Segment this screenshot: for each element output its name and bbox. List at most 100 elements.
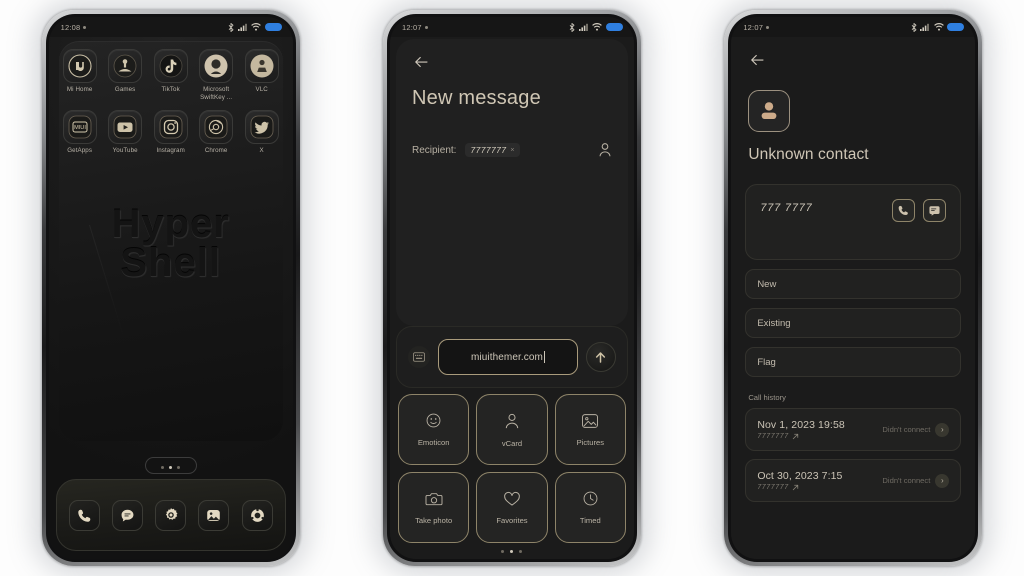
status-time: 12:08 [60, 22, 81, 32]
call-history-row[interactable]: Oct 30, 2023 7:15 7777777 Didn't connect… [745, 459, 962, 502]
attachment-grid: Emoticon vCard Pictures Take photo Favor… [390, 390, 634, 543]
app-label: Instagram [156, 146, 185, 154]
app-tiktok[interactable]: TikTok [149, 49, 193, 102]
signal-icon [237, 23, 247, 31]
dock-item-messages[interactable] [111, 499, 143, 531]
page-dot-active[interactable] [510, 549, 514, 553]
bluetooth-icon [228, 22, 234, 32]
vlc-icon [250, 54, 274, 78]
text-caret [543, 351, 545, 363]
phone-number: 777 7777 [760, 202, 813, 214]
status-bar-3: 12:07 [731, 17, 975, 37]
call-history-title: Call history [748, 393, 786, 402]
status-right-2 [569, 22, 623, 32]
app-grid: Mi Home Games TikTok Microsoft SwiftKey … [49, 37, 293, 163]
app-youtube[interactable]: YouTube [103, 109, 147, 155]
mi-home-tile [62, 49, 97, 83]
send-button[interactable] [585, 342, 616, 372]
chrome-icon [204, 115, 228, 139]
dock-item-phone[interactable] [68, 499, 100, 531]
app-x-twitter[interactable]: X [240, 109, 284, 155]
call-button[interactable] [892, 199, 916, 222]
home-canvas: Hyper Shell Mi Home Games TikTok Microso… [48, 37, 293, 559]
message-input[interactable]: miuithemer.com [437, 339, 578, 375]
outgoing-call-icon [792, 484, 798, 491]
call-history-row[interactable]: Nov 1, 2023 19:58 7777777 Didn't connect… [745, 408, 962, 451]
camera-icon [250, 508, 264, 522]
attachment-label: Emoticon [417, 438, 450, 447]
chevron-right-icon[interactable]: › [935, 422, 950, 437]
app-getapps[interactable]: MIUI GetApps [58, 109, 102, 155]
battery-icon [605, 22, 623, 32]
heart-icon [504, 491, 520, 506]
attachment-take-photo[interactable]: Take photo [397, 472, 470, 543]
smiley-icon [426, 413, 441, 428]
attachment-pictures[interactable]: Pictures [554, 394, 626, 465]
app-games[interactable]: Games [103, 49, 147, 102]
instagram-tile [153, 109, 188, 144]
app-chrome[interactable]: Chrome [194, 109, 238, 155]
camera-icon [425, 492, 443, 505]
option-label: New [757, 278, 777, 290]
app-instagram[interactable]: Instagram [149, 109, 193, 155]
person-icon[interactable] [598, 142, 612, 158]
gallery-icon [207, 509, 221, 521]
status-left-2: 12:07 [402, 23, 428, 32]
dock-item-camera[interactable] [241, 499, 273, 531]
recipient-value: 7777777 [470, 145, 507, 155]
option-existing[interactable]: Existing [745, 308, 962, 338]
attachment-timed[interactable]: Timed [554, 472, 626, 543]
phone-number-card: 777 7777 [745, 184, 962, 260]
app-label: VLC [255, 86, 268, 93]
back-arrow-icon[interactable] [412, 53, 430, 71]
contact-screen: 12:07 Unknown contact 777 7777 New Exist… [731, 17, 976, 559]
new-message-screen: 12:07 New message Recipient: 7777777 × m… [389, 17, 634, 559]
option-new[interactable]: New [745, 269, 962, 299]
close-icon[interactable]: × [510, 147, 515, 154]
status-privacy-dot-icon [83, 25, 87, 29]
dock-item-gallery[interactable] [198, 499, 230, 531]
page-indicator-pill[interactable] [144, 457, 197, 474]
attachment-emoticon[interactable]: Emoticon [397, 394, 470, 465]
swiftkey-tile [199, 49, 234, 83]
message-icon [929, 206, 940, 216]
chevron-right-icon[interactable]: › [935, 473, 950, 488]
compose-bar: miuithemer.com [395, 326, 628, 388]
phone-bezel-3: 12:07 Unknown contact 777 7777 New Exist… [728, 14, 979, 562]
page-dot[interactable] [177, 466, 181, 469]
phone-bezel-2: 12:07 New message Recipient: 7777777 × m… [386, 14, 637, 562]
x-twitter-icon [250, 115, 274, 139]
attachment-vcard[interactable]: vCard [476, 394, 548, 465]
chrome-tile [199, 109, 234, 144]
vlc-tile [244, 49, 279, 83]
app-vlc[interactable]: VLC [240, 49, 284, 102]
home-screen: 12:08 Hyper Shell Mi Home Games TikTok M… [48, 17, 293, 559]
page-dot[interactable] [161, 466, 165, 469]
app-swiftkey[interactable]: Microsoft SwiftKey ... [194, 49, 238, 102]
wifi-icon [592, 23, 603, 31]
attachment-favorites[interactable]: Favorites [476, 472, 548, 543]
wallpaper-line-2: Shell [120, 241, 221, 286]
back-arrow-icon[interactable] [748, 51, 766, 69]
attachment-label: Pictures [576, 437, 605, 447]
app-label: TikTok [161, 86, 180, 93]
message-button[interactable] [923, 199, 947, 222]
recipient-chip[interactable]: 7777777 × [465, 143, 520, 157]
page-dot-active[interactable] [169, 466, 173, 469]
message-header-panel: New message Recipient: 7777777 × [395, 39, 628, 326]
app-mi-home[interactable]: Mi Home [58, 49, 102, 102]
games-tile [108, 49, 143, 83]
page-dot[interactable] [519, 549, 523, 553]
youtube-tile [108, 109, 143, 144]
keyboard-toggle-button[interactable] [407, 346, 430, 368]
call-number: 7777777 [757, 433, 789, 440]
app-label: Microsoft SwiftKey ... [200, 86, 233, 101]
status-bar-2: 12:07 [390, 17, 634, 37]
bluetooth-icon [570, 22, 576, 32]
call-status-group: Didn't connect › [882, 473, 950, 488]
page-dot[interactable] [501, 549, 505, 553]
dock-item-settings[interactable] [155, 499, 187, 531]
image-icon [582, 413, 599, 428]
option-flag[interactable]: Flag [745, 347, 962, 377]
avatar [748, 90, 791, 132]
